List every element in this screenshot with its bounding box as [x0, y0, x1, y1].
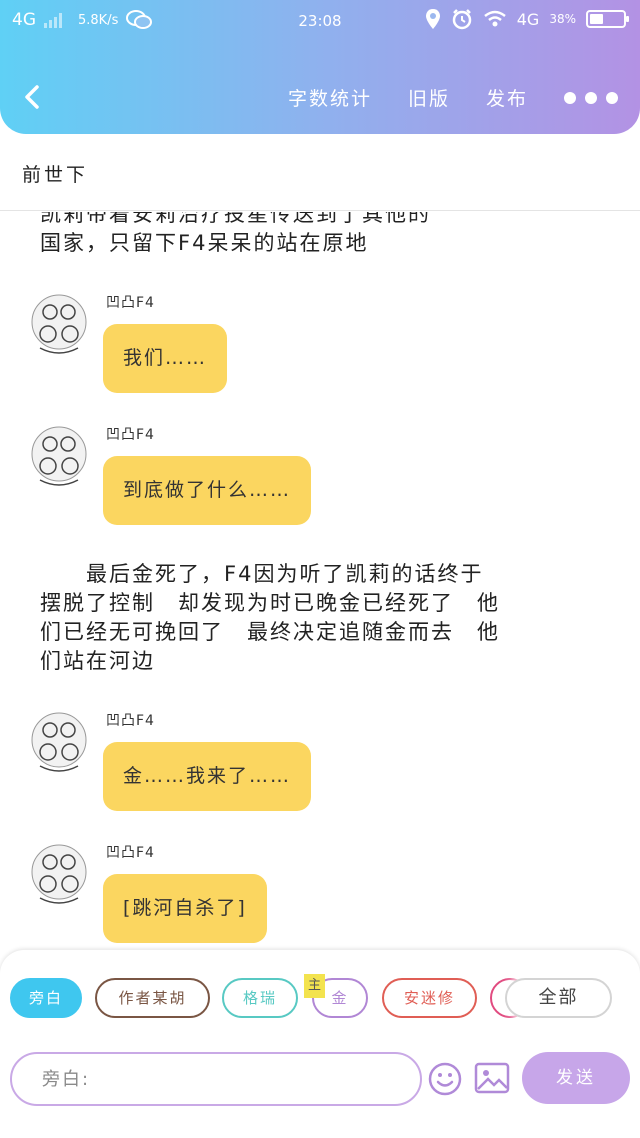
- alarm-icon: [452, 9, 471, 30]
- network-type-right: 4G: [516, 9, 540, 29]
- avatar: [31, 844, 87, 904]
- message-bubble[interactable]: 到底做了什么……: [103, 456, 312, 525]
- message-bubble[interactable]: [跳河自杀了]: [103, 874, 267, 943]
- nav-row: 字数统计 旧版 发布: [0, 70, 640, 126]
- narration-line: 国家，只留下F4呆呆的站在原地: [40, 231, 369, 255]
- avatar: [31, 426, 87, 486]
- message-item[interactable]: 凹凸F4 我们……: [28, 290, 588, 410]
- chapter-title[interactable]: 前世下: [22, 160, 88, 187]
- narration-block[interactable]: 最后金死了，F4因为听了凯莉的话终于 摆脱了控制 却发现为时已晚金已经死了 他 …: [40, 560, 600, 676]
- avatar: [31, 712, 87, 772]
- sender-name: 凹凸F4: [106, 295, 155, 311]
- emoji-icon[interactable]: [428, 1062, 462, 1096]
- status-bar: 4G 5.8K/s 23:08 4G 38%: [0, 0, 640, 44]
- narration-block[interactable]: 凯莉带着安莉治疗投星传送到了其他的 国家，只留下F4呆呆的站在原地: [40, 212, 600, 258]
- narration-line: 摆脱了控制 却发现为时已晚金已经死了 他: [40, 591, 500, 615]
- sender-name: 凹凸F4: [106, 713, 155, 729]
- message-item[interactable]: 凹凸F4 金……我来了……: [28, 708, 588, 828]
- role-narrator-chip[interactable]: 旁白: [10, 978, 82, 1018]
- lead-badge: 主: [304, 974, 325, 998]
- sender-name: 凹凸F4: [106, 427, 155, 443]
- role-anmi-chip[interactable]: 安迷修: [382, 978, 477, 1018]
- message-item[interactable]: 凹凸F4 [跳河自杀了]: [28, 840, 588, 950]
- publish-button[interactable]: 发布: [486, 84, 528, 111]
- wifi-icon: [483, 10, 506, 27]
- narration-line: 最后金死了，F4因为听了凯莉的话终于: [40, 562, 484, 586]
- battery-icon: [586, 10, 629, 28]
- avatar: [31, 294, 87, 354]
- sender-name: 凹凸F4: [106, 845, 155, 861]
- old-version-button[interactable]: 旧版: [408, 84, 450, 111]
- role-gerui-chip[interactable]: 格瑞: [222, 978, 298, 1018]
- divider: [0, 210, 640, 211]
- role-selector: 旁白 作者某胡 格瑞 金 主 安迷修 全部: [0, 974, 640, 1020]
- battery-percent: 38%: [549, 12, 576, 26]
- narration-line: 凯莉带着安莉治疗投星传送到了其他的: [40, 212, 431, 226]
- word-count-button[interactable]: 字数统计: [288, 84, 372, 111]
- image-icon[interactable]: [474, 1062, 510, 1094]
- input-row: 发送: [0, 1052, 640, 1106]
- back-arrow-icon[interactable]: [18, 82, 48, 112]
- more-icon[interactable]: [564, 91, 618, 104]
- header-bar: 4G 5.8K/s 23:08 4G 38% 字数统计 旧版 发布: [0, 0, 640, 134]
- role-author-chip[interactable]: 作者某胡: [95, 978, 210, 1018]
- message-input[interactable]: [10, 1052, 422, 1106]
- narration-line: 们已经无可挽回了 最终决定追随金而去 他: [40, 620, 500, 644]
- story-content: 凯莉带着安莉治疗投星传送到了其他的 国家，只留下F4呆呆的站在原地 凹凸F4 我…: [0, 212, 640, 950]
- message-item[interactable]: 凹凸F4 到底做了什么……: [28, 422, 588, 542]
- all-roles-button[interactable]: 全部: [505, 978, 612, 1018]
- location-icon: [425, 9, 440, 29]
- send-button[interactable]: 发送: [522, 1052, 630, 1104]
- message-bubble[interactable]: 金……我来了……: [103, 742, 312, 811]
- narration-line: 们站在河边: [40, 649, 155, 673]
- composer-panel: 旁白 作者某胡 格瑞 金 主 安迷修 全部 发送: [0, 950, 640, 1138]
- message-bubble[interactable]: 我们……: [103, 324, 228, 393]
